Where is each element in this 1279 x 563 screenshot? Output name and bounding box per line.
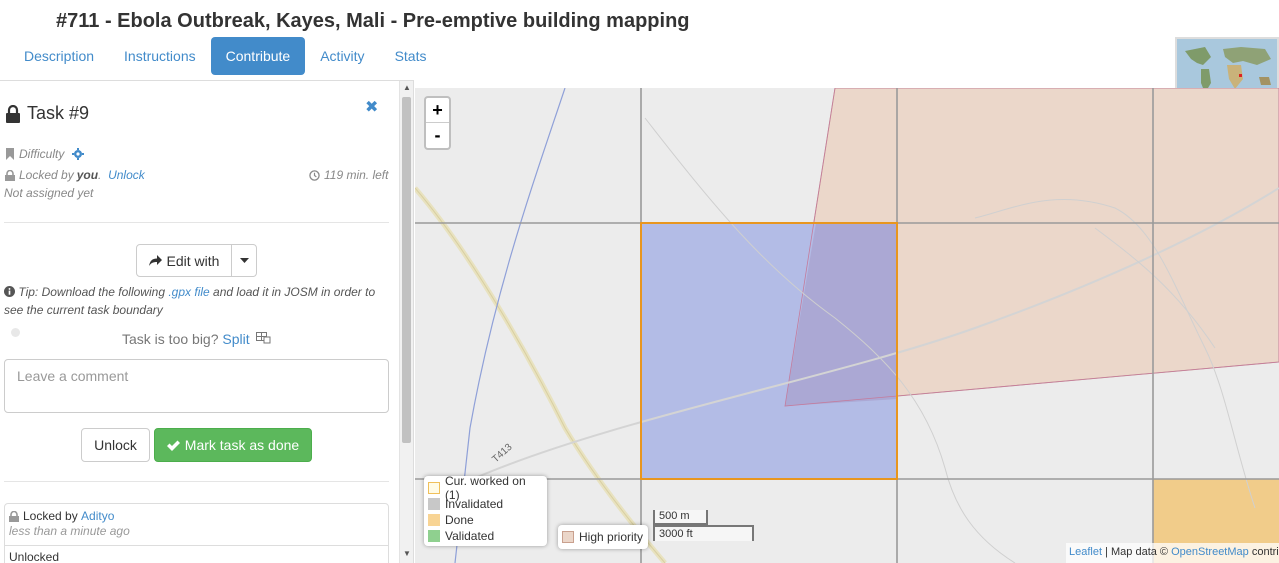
lock-status-row: Locked by you . Unlock: [5, 168, 145, 182]
attribution-tail: contri: [1251, 546, 1279, 558]
legend-item: Validated: [428, 528, 543, 544]
map-attribution: Leaflet | Map data © OpenStreetMap contr…: [1066, 543, 1279, 563]
gpx-tip: Tip: Download the following .gpx file an…: [4, 283, 390, 319]
lock-icon: [6, 104, 20, 123]
tab-stats[interactable]: Stats: [380, 37, 442, 75]
locked-user: you: [76, 168, 99, 182]
time-left: 119 min. left: [309, 168, 388, 182]
scale-metric: 500 m: [653, 510, 708, 525]
difficulty-row: Difficulty: [5, 147, 85, 161]
legend-item: Cur. worked on (1): [428, 474, 543, 502]
history-entry: Locked by Adityo: [5, 504, 388, 523]
period-separator: .: [98, 168, 109, 182]
map-legend: Cur. worked on (1) Invalidated Done Vali…: [424, 474, 547, 546]
legend-swatch: [428, 530, 440, 542]
checkmark-icon: [166, 440, 180, 451]
tab-contribute[interactable]: Contribute: [210, 37, 306, 75]
divider: [5, 545, 388, 546]
leaflet-link[interactable]: Leaflet: [1069, 546, 1102, 558]
tip-prefix: Tip: Download the following: [18, 285, 165, 299]
history-time: less than a minute ago: [9, 524, 130, 538]
scroll-thumb[interactable]: [402, 97, 411, 443]
scroll-up-arrow[interactable]: ▲: [400, 81, 413, 95]
task-map[interactable]: T413 + - Cur. worked on (1) Invalidated …: [415, 88, 1279, 563]
tab-description[interactable]: Description: [9, 37, 109, 75]
attribution-text: | Map data ©: [1105, 546, 1169, 558]
lock-small-icon: [9, 510, 19, 522]
split-row: Task is too big? Split: [122, 331, 271, 347]
edit-with-label: Edit with: [166, 252, 220, 269]
assignment-status: Not assigned yet: [4, 186, 94, 200]
locked-by-label: Locked by: [19, 168, 74, 182]
split-grid-icon: [255, 332, 271, 344]
lock-small-icon: [5, 169, 15, 181]
clock-icon: [309, 169, 320, 181]
info-icon: [4, 286, 15, 297]
mark-done-label: Mark task as done: [184, 437, 300, 453]
legend-label: Invalidated: [445, 497, 504, 511]
history-action: Locked by: [23, 509, 78, 523]
task-title: Task #9: [27, 103, 90, 123]
task-sidebar: Task #9 ✖ Difficulty Locked by you . Unl…: [0, 80, 414, 563]
page-title: #711 - Ebola Outbreak, Kayes, Mali - Pre…: [56, 10, 690, 32]
priority-swatch: [562, 531, 574, 543]
history-user-link[interactable]: Adityo: [81, 509, 114, 523]
comment-textarea[interactable]: Leave a comment: [4, 359, 389, 413]
scale-imperial: 3000 ft: [653, 525, 754, 541]
bookmark-icon: [6, 148, 14, 160]
split-question: Task is too big?: [122, 331, 219, 347]
unlock-button[interactable]: Unlock: [81, 428, 150, 462]
time-left-text: 119 min. left: [324, 168, 389, 182]
history-action: Unlocked: [9, 550, 60, 563]
task-history: Locked by Adityo less than a minute ago …: [4, 503, 389, 563]
legend-swatch: [428, 498, 440, 510]
tab-activity[interactable]: Activity: [305, 37, 379, 75]
gear-icon[interactable]: [72, 148, 85, 160]
zoom-control: + -: [424, 96, 451, 150]
task-header: Task #9: [5, 103, 89, 124]
sidebar-scrollbar[interactable]: ▲ ▼: [399, 81, 413, 563]
legend-label: Done: [445, 513, 474, 527]
mark-done-button[interactable]: Mark task as done: [154, 428, 312, 462]
loading-indicator: [11, 328, 20, 337]
share-arrow-icon: [148, 255, 162, 266]
legend-item: Done: [428, 512, 543, 528]
priority-legend: High priority: [558, 525, 648, 549]
priority-label: High priority: [579, 530, 644, 544]
project-tabs: Description Instructions Contribute Acti…: [9, 37, 441, 75]
gpx-file-link[interactable]: .gpx file: [168, 285, 209, 299]
difficulty-label: Difficulty: [19, 147, 65, 161]
legend-swatch: [428, 482, 440, 494]
divider: [4, 222, 389, 223]
legend-label: Validated: [445, 529, 495, 543]
tab-instructions[interactable]: Instructions: [109, 37, 211, 75]
editor-dropdown-toggle[interactable]: [231, 244, 257, 277]
scroll-down-arrow[interactable]: ▼: [400, 547, 413, 561]
divider: [4, 481, 389, 482]
caret-down-icon: [239, 258, 249, 263]
unlock-link[interactable]: Unlock: [108, 168, 145, 182]
legend-swatch: [428, 514, 440, 526]
zoom-out-button[interactable]: -: [426, 123, 449, 148]
edit-with-button[interactable]: Edit with: [136, 244, 232, 277]
close-task-icon[interactable]: ✖: [365, 97, 378, 117]
split-link[interactable]: Split: [222, 331, 249, 347]
osm-link[interactable]: OpenStreetMap: [1171, 546, 1249, 558]
zoom-in-button[interactable]: +: [426, 98, 449, 123]
comment-placeholder: Leave a comment: [17, 368, 129, 384]
